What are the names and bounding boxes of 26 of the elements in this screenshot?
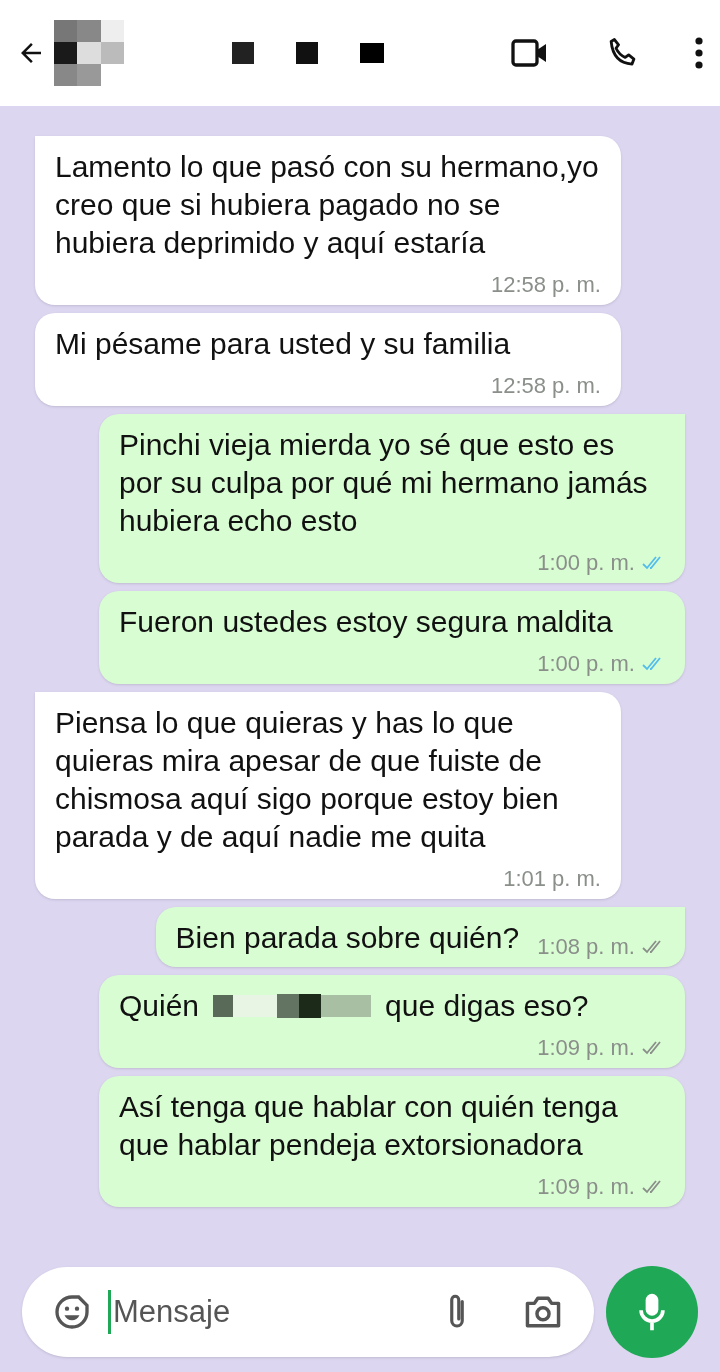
sticker-icon[interactable] [52, 1292, 92, 1332]
message-time: 1:09 p. m. [537, 1034, 635, 1062]
message-text: Bien parada sobre quién? [175, 920, 520, 956]
microphone-icon [636, 1292, 668, 1332]
message-time: 12:58 p. m. [490, 271, 601, 299]
pixelated-avatar[interactable] [54, 20, 124, 86]
message-text: Piensa lo que quieras y has lo que quieras mira apesar de que fuiste de chismosa aquí sigo porque estoy bien parada y de aquí nadie me quita [55, 705, 560, 855]
message-time: 1:09 p. m. [537, 1173, 635, 1201]
message-text: Pinchi vieja mierda yo sé que esto es por su culpa por qué mi hermano jamás hubiera echo esto [119, 427, 649, 539]
message-time: 1:00 p. m. [537, 549, 635, 577]
message-text: Mi pésame para usted y su familia [55, 326, 511, 362]
message-text: Quién [119, 988, 200, 1024]
message-time: 1:08 p. m. [537, 933, 635, 961]
redaction-mark [296, 42, 318, 64]
message-input[interactable]: Mensaje [113, 1288, 442, 1336]
redaction-mark [232, 42, 254, 64]
message-text: Fueron ustedes estoy segura maldita [119, 604, 613, 640]
message-field[interactable]: Mensaje [22, 1267, 594, 1357]
message-time: 1:00 p. m. [537, 650, 635, 678]
message-time: 12:58 p. m. [490, 372, 601, 400]
more-icon[interactable] [694, 36, 704, 70]
message-text: que digas eso? [385, 988, 589, 1024]
message-time: 1:01 p. m. [503, 865, 601, 893]
message-text: Así tenga que hablar con quién tenga que hablar pendeja extorsionadora [119, 1089, 619, 1163]
redaction-mark [360, 43, 384, 63]
message-text: Lamento lo que pasó con su hermano,yo creo que si hubiera pagado no se hubiera deprimido y aquí estaría [55, 149, 600, 261]
